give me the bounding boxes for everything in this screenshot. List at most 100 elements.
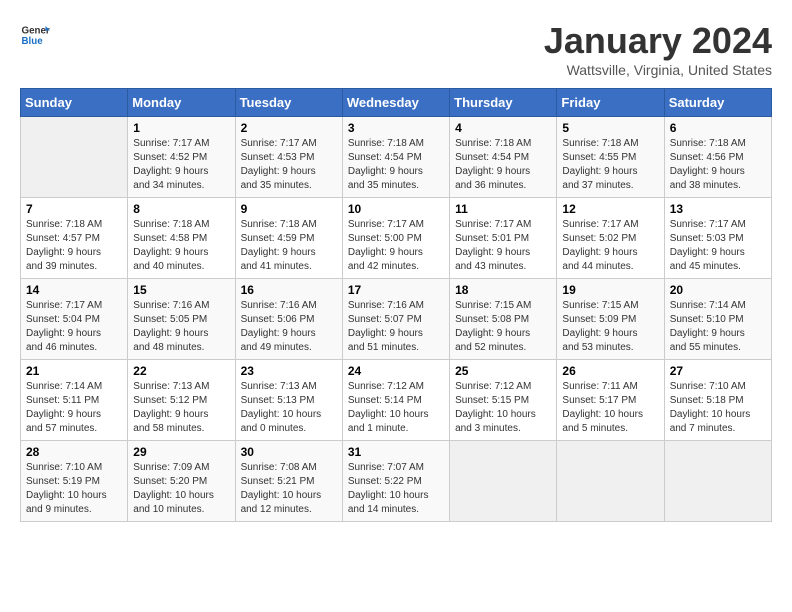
day-number: 22 [133,364,229,378]
day-info: Sunrise: 7:14 AM Sunset: 5:11 PM Dayligh… [26,380,122,436]
day-info: Sunrise: 7:16 AM Sunset: 5:05 PM Dayligh… [133,299,229,355]
day-number: 27 [670,364,766,378]
calendar-cell: 7Sunrise: 7:18 AM Sunset: 4:57 PM Daylig… [21,198,128,279]
calendar-cell [557,441,664,522]
day-info: Sunrise: 7:18 AM Sunset: 4:55 PM Dayligh… [562,137,658,193]
day-header-sunday: Sunday [21,89,128,117]
day-number: 26 [562,364,658,378]
calendar-cell: 24 Sunrise: 7:12 AM Sunset: 5:14 PM Dayli… [342,360,449,441]
day-header-wednesday: Wednesday [342,89,449,117]
day-info: Sunrise: 7:13 AM Sunset: 5:12 PM Dayligh… [133,380,229,436]
logo: General Blue [20,20,50,50]
calendar-week-row: 7Sunrise: 7:18 AM Sunset: 4:57 PM Daylig… [21,198,772,279]
calendar-table: SundayMondayTuesdayWednesdayThursdayFrid… [20,88,772,522]
calendar-cell: 10 Sunrise: 7:17 AM Sunset: 5:00 PM Dayli… [342,198,449,279]
calendar-cell: 13 Sunrise: 7:17 AM Sunset: 5:03 PM Dayli… [664,198,771,279]
title-area: January 2024 Wattsville, Virginia, Unite… [544,20,772,78]
calendar-subtitle: Wattsville, Virginia, United States [544,62,772,78]
calendar-cell: 15 Sunrise: 7:16 AM Sunset: 5:05 PM Dayli… [128,279,235,360]
calendar-cell: 31Sunrise: 7:07 AM Sunset: 5:22 PM Dayli… [342,441,449,522]
day-info: Sunrise: 7:10 AM Sunset: 5:18 PM Dayligh… [670,380,766,436]
calendar-cell: 25 Sunrise: 7:12 AM Sunset: 5:15 PM Dayli… [450,360,557,441]
calendar-week-row: 28 Sunrise: 7:10 AM Sunset: 5:19 PM Dayli… [21,441,772,522]
calendar-cell: 18 Sunrise: 7:15 AM Sunset: 5:08 PM Dayli… [450,279,557,360]
day-header-saturday: Saturday [664,89,771,117]
day-number: 4 [455,121,551,135]
calendar-week-row: 14 Sunrise: 7:17 AM Sunset: 5:04 PM Dayli… [21,279,772,360]
day-number: 1 [133,121,229,135]
calendar-cell: 11 Sunrise: 7:17 AM Sunset: 5:01 PM Dayli… [450,198,557,279]
day-info: Sunrise: 7:09 AM Sunset: 5:20 PM Dayligh… [133,461,229,517]
day-number: 25 [455,364,551,378]
calendar-cell: 19 Sunrise: 7:15 AM Sunset: 5:09 PM Dayli… [557,279,664,360]
day-header-tuesday: Tuesday [235,89,342,117]
calendar-cell: 21Sunrise: 7:14 AM Sunset: 5:11 PM Dayli… [21,360,128,441]
calendar-cell: 4 Sunrise: 7:18 AM Sunset: 4:54 PM Daylig… [450,117,557,198]
day-number: 23 [241,364,337,378]
day-info: Sunrise: 7:11 AM Sunset: 5:17 PM Dayligh… [562,380,658,436]
day-info: Sunrise: 7:18 AM Sunset: 4:56 PM Dayligh… [670,137,766,193]
day-number: 2 [241,121,337,135]
calendar-cell: 27 Sunrise: 7:10 AM Sunset: 5:18 PM Dayli… [664,360,771,441]
calendar-cell: 5 Sunrise: 7:18 AM Sunset: 4:55 PM Daylig… [557,117,664,198]
day-header-thursday: Thursday [450,89,557,117]
calendar-cell: 3 Sunrise: 7:18 AM Sunset: 4:54 PM Daylig… [342,117,449,198]
day-info: Sunrise: 7:18 AM Sunset: 4:54 PM Dayligh… [455,137,551,193]
day-info: Sunrise: 7:17 AM Sunset: 5:03 PM Dayligh… [670,218,766,274]
calendar-cell: 28 Sunrise: 7:10 AM Sunset: 5:19 PM Dayli… [21,441,128,522]
day-number: 14 [26,283,122,297]
day-info: Sunrise: 7:18 AM Sunset: 4:59 PM Dayligh… [241,218,337,274]
logo-icon: General Blue [20,20,50,50]
day-number: 24 [348,364,444,378]
day-number: 20 [670,283,766,297]
day-info: Sunrise: 7:16 AM Sunset: 5:07 PM Dayligh… [348,299,444,355]
day-info: Sunrise: 7:18 AM Sunset: 4:58 PM Dayligh… [133,218,229,274]
calendar-cell: 2 Sunrise: 7:17 AM Sunset: 4:53 PM Daylig… [235,117,342,198]
day-info: Sunrise: 7:12 AM Sunset: 5:14 PM Dayligh… [348,380,444,436]
day-number: 11 [455,202,551,216]
calendar-cell: 9 Sunrise: 7:18 AM Sunset: 4:59 PM Daylig… [235,198,342,279]
day-info: Sunrise: 7:18 AM Sunset: 4:54 PM Dayligh… [348,137,444,193]
svg-text:Blue: Blue [22,36,44,47]
day-info: Sunrise: 7:16 AM Sunset: 5:06 PM Dayligh… [241,299,337,355]
day-info: Sunrise: 7:15 AM Sunset: 5:09 PM Dayligh… [562,299,658,355]
day-number: 18 [455,283,551,297]
calendar-cell: 8 Sunrise: 7:18 AM Sunset: 4:58 PM Daylig… [128,198,235,279]
day-info: Sunrise: 7:17 AM Sunset: 5:01 PM Dayligh… [455,218,551,274]
day-number: 13 [670,202,766,216]
calendar-week-row: 1Sunrise: 7:17 AM Sunset: 4:52 PM Daylig… [21,117,772,198]
calendar-cell: 17Sunrise: 7:16 AM Sunset: 5:07 PM Dayli… [342,279,449,360]
day-number: 28 [26,445,122,459]
day-info: Sunrise: 7:18 AM Sunset: 4:57 PM Dayligh… [26,218,122,274]
day-info: Sunrise: 7:10 AM Sunset: 5:19 PM Dayligh… [26,461,122,517]
day-number: 15 [133,283,229,297]
day-number: 10 [348,202,444,216]
calendar-cell: 29 Sunrise: 7:09 AM Sunset: 5:20 PM Dayli… [128,441,235,522]
day-info: Sunrise: 7:17 AM Sunset: 5:02 PM Dayligh… [562,218,658,274]
calendar-cell [450,441,557,522]
calendar-week-row: 21Sunrise: 7:14 AM Sunset: 5:11 PM Dayli… [21,360,772,441]
calendar-cell: 20Sunrise: 7:14 AM Sunset: 5:10 PM Dayli… [664,279,771,360]
day-info: Sunrise: 7:17 AM Sunset: 5:00 PM Dayligh… [348,218,444,274]
day-info: Sunrise: 7:12 AM Sunset: 5:15 PM Dayligh… [455,380,551,436]
calendar-cell: 1Sunrise: 7:17 AM Sunset: 4:52 PM Daylig… [128,117,235,198]
day-number: 19 [562,283,658,297]
day-info: Sunrise: 7:08 AM Sunset: 5:21 PM Dayligh… [241,461,337,517]
day-number: 3 [348,121,444,135]
calendar-cell [664,441,771,522]
day-number: 8 [133,202,229,216]
day-number: 12 [562,202,658,216]
calendar-cell: 22 Sunrise: 7:13 AM Sunset: 5:12 PM Dayli… [128,360,235,441]
calendar-header-row: SundayMondayTuesdayWednesdayThursdayFrid… [21,89,772,117]
day-number: 5 [562,121,658,135]
day-header-monday: Monday [128,89,235,117]
day-number: 29 [133,445,229,459]
day-info: Sunrise: 7:07 AM Sunset: 5:22 PM Dayligh… [348,461,444,517]
day-info: Sunrise: 7:15 AM Sunset: 5:08 PM Dayligh… [455,299,551,355]
day-number: 9 [241,202,337,216]
day-info: Sunrise: 7:17 AM Sunset: 5:04 PM Dayligh… [26,299,122,355]
calendar-cell [21,117,128,198]
day-number: 16 [241,283,337,297]
day-number: 6 [670,121,766,135]
day-info: Sunrise: 7:17 AM Sunset: 4:53 PM Dayligh… [241,137,337,193]
